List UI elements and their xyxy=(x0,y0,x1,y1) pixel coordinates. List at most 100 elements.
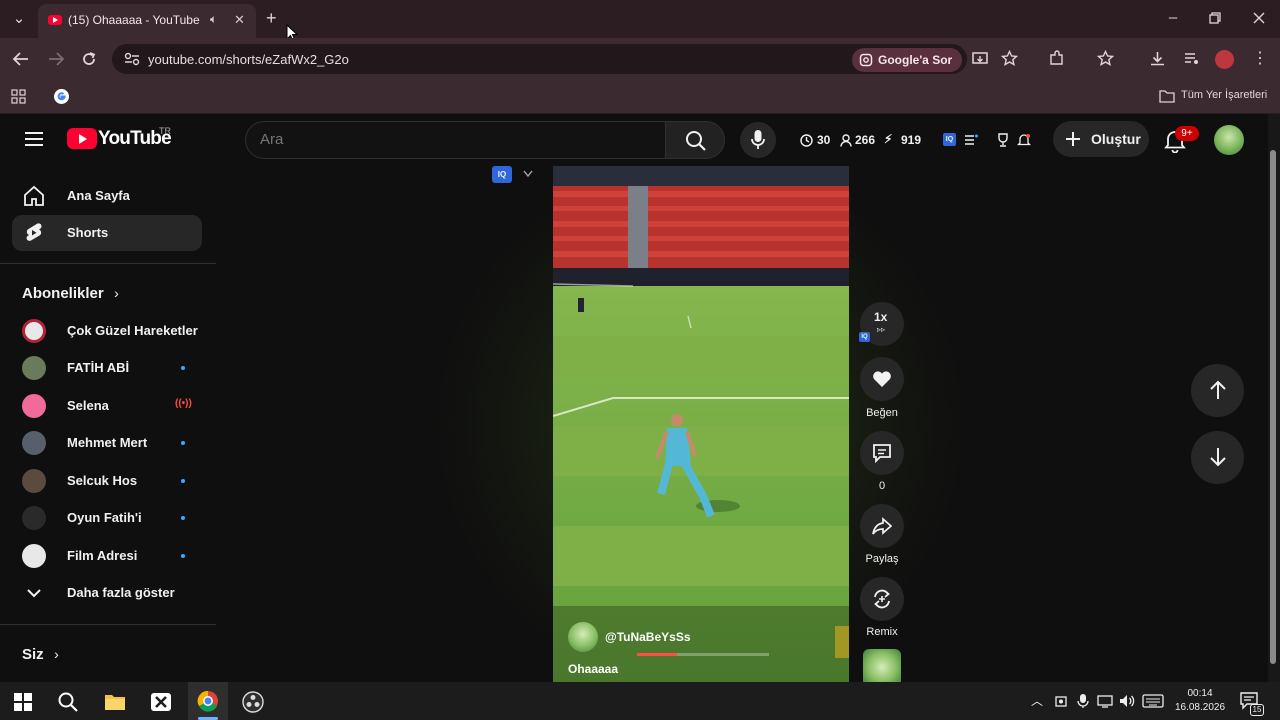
google-bookmark-icon[interactable] xyxy=(53,88,70,105)
obs-studio-icon[interactable] xyxy=(242,691,264,713)
speaker-icon[interactable]: 🔈︎ xyxy=(210,12,217,27)
all-bookmarks-label[interactable]: Tüm Yer İşaretleri xyxy=(1181,89,1267,101)
bell-alert-icon[interactable] xyxy=(1017,133,1031,147)
history-count: 30 xyxy=(817,133,831,147)
create-button[interactable]: Oluştur xyxy=(1053,121,1149,157)
channel-avatar xyxy=(22,394,46,418)
windows-start-icon[interactable] xyxy=(12,691,34,713)
restore-icon[interactable] xyxy=(1209,12,1221,24)
sound-source-thumbnail[interactable] xyxy=(863,649,901,682)
downloads-icon[interactable] xyxy=(1149,50,1166,67)
you-section-header[interactable]: Siz › xyxy=(22,646,59,664)
sidebar-item-subscription[interactable]: Çok Güzel Hareketler xyxy=(12,313,202,349)
sidebar-item-subscription[interactable]: Oyun Fatih'i xyxy=(12,500,202,536)
search-input[interactable] xyxy=(260,131,640,148)
search-box[interactable] xyxy=(245,121,665,159)
like-button[interactable] xyxy=(860,357,904,401)
forward-arrow-icon[interactable] xyxy=(47,51,65,67)
keyboard-icon[interactable] xyxy=(1142,694,1164,708)
google-ask-button[interactable]: Google'a Sor xyxy=(852,48,962,72)
xbox-app-icon[interactable] xyxy=(150,691,172,713)
reload-icon[interactable] xyxy=(81,51,97,67)
taskbar-search-icon[interactable] xyxy=(57,691,79,713)
short-video[interactable]: @TuNaBeYsSs Ohaaaaa xyxy=(553,166,849,682)
back-arrow-icon[interactable] xyxy=(12,51,30,67)
sidebar-item-label: Çok Güzel Hareketler xyxy=(67,323,198,338)
hamburger-menu-icon[interactable] xyxy=(24,131,44,147)
points-count: 919 xyxy=(901,133,922,147)
new-content-dot xyxy=(181,516,185,520)
remix-button[interactable] xyxy=(860,577,904,621)
new-content-dot xyxy=(181,479,185,483)
taskbar-clock[interactable]: 00:14 16.08.2026 xyxy=(1170,687,1230,715)
comment-count: 0 xyxy=(878,480,886,492)
media-controls-icon[interactable] xyxy=(1183,50,1200,67)
tray-microphone-icon[interactable] xyxy=(1077,693,1089,709)
tab-search-icon[interactable]: ⌄ xyxy=(8,9,30,29)
iq-extension-icon[interactable]: IQ xyxy=(943,133,956,146)
sidebar-item-home[interactable]: Ana Sayfa xyxy=(12,178,202,214)
chevron-down-icon[interactable] xyxy=(523,170,533,178)
queue-list-icon[interactable] xyxy=(964,134,978,146)
apps-grid-icon[interactable] xyxy=(11,89,26,104)
progress-fill xyxy=(637,653,677,656)
sidebar-item-subscription[interactable]: FATİH ABİ xyxy=(12,350,202,386)
comments-button[interactable] xyxy=(860,431,904,475)
sidebar-item-label: Film Adresi xyxy=(67,548,138,563)
sidebar-item-subscription[interactable]: Selena ((•)) xyxy=(12,388,202,424)
shorts-icon xyxy=(26,223,42,241)
chevron-down-icon xyxy=(27,589,41,598)
you-title: Siz xyxy=(22,646,44,663)
bookmark-star-icon[interactable] xyxy=(1001,50,1018,67)
menu-kebab-icon[interactable]: ⋮ xyxy=(1252,48,1268,68)
tray-app-icon[interactable] xyxy=(1054,694,1068,708)
video-frame xyxy=(553,166,849,682)
address-bar[interactable]: youtube.com/shorts/eZafWx2_G2o xyxy=(112,44,967,74)
close-window-icon[interactable] xyxy=(1253,12,1265,24)
extensions-icon[interactable] xyxy=(1048,50,1065,67)
scrollbar-thumb[interactable] xyxy=(1270,150,1276,664)
tray-expand-icon[interactable]: ︿ xyxy=(1031,692,1043,709)
sidebar-item-subscription[interactable]: Selcuk Hos xyxy=(12,463,202,499)
share-button[interactable] xyxy=(860,504,904,548)
minimize-icon[interactable]: – xyxy=(1162,8,1184,28)
sidebar-divider xyxy=(0,263,216,264)
account-avatar[interactable] xyxy=(1214,125,1244,155)
favorites-icon[interactable] xyxy=(1097,50,1115,67)
youtube-logo-icon[interactable] xyxy=(67,128,97,149)
sidebar-item-subscription[interactable]: Mehmet Mert xyxy=(12,425,202,461)
browser-tab-bar: ⌄ (15) Ohaaaaa - YouTube 🔈︎ ✕ + – xyxy=(0,0,1280,42)
sidebar-item-subscription[interactable]: Film Adresi xyxy=(12,538,202,574)
chrome-taskbar-slot[interactable] xyxy=(188,682,228,720)
share-label: Paylaş xyxy=(865,553,899,565)
install-app-icon[interactable] xyxy=(972,51,988,67)
progress-track[interactable] xyxy=(637,653,769,656)
comment-icon xyxy=(873,444,891,463)
sidebar-item-shorts[interactable]: Shorts xyxy=(12,215,202,251)
tab-title: (15) Ohaaaaa - YouTube xyxy=(68,13,200,27)
voice-search-button[interactable] xyxy=(740,122,776,158)
sidebar-item-label: Selcuk Hos xyxy=(67,473,138,488)
channel-avatar xyxy=(22,469,46,493)
new-tab-button[interactable]: + xyxy=(266,8,277,29)
show-more-label: Daha fazla göster xyxy=(67,585,175,600)
next-short-button[interactable] xyxy=(1191,431,1244,484)
iq-overlay-icon[interactable]: IQ xyxy=(492,166,512,183)
channel-avatar[interactable] xyxy=(568,622,598,652)
history-clock-icon xyxy=(800,134,813,147)
channel-handle[interactable]: @TuNaBeYsSs xyxy=(605,630,691,644)
previous-short-button[interactable] xyxy=(1191,364,1244,417)
notification-badge: 9+ xyxy=(1175,126,1199,141)
file-explorer-icon[interactable] xyxy=(104,691,126,713)
show-more-button[interactable]: Daha fazla göster xyxy=(12,575,202,611)
new-content-dot xyxy=(181,441,185,445)
network-icon[interactable] xyxy=(1097,694,1113,708)
search-button[interactable] xyxy=(665,121,725,159)
close-tab-icon[interactable]: ✕ xyxy=(234,12,245,28)
volume-icon[interactable] xyxy=(1119,694,1136,708)
subscriptions-header[interactable]: Abonelikler › xyxy=(22,285,119,303)
site-settings-icon[interactable] xyxy=(124,52,140,66)
trophy-icon[interactable] xyxy=(996,133,1010,147)
profile-avatar[interactable] xyxy=(1215,50,1234,69)
browser-tab[interactable]: (15) Ohaaaaa - YouTube 🔈︎ ✕ xyxy=(38,4,256,38)
